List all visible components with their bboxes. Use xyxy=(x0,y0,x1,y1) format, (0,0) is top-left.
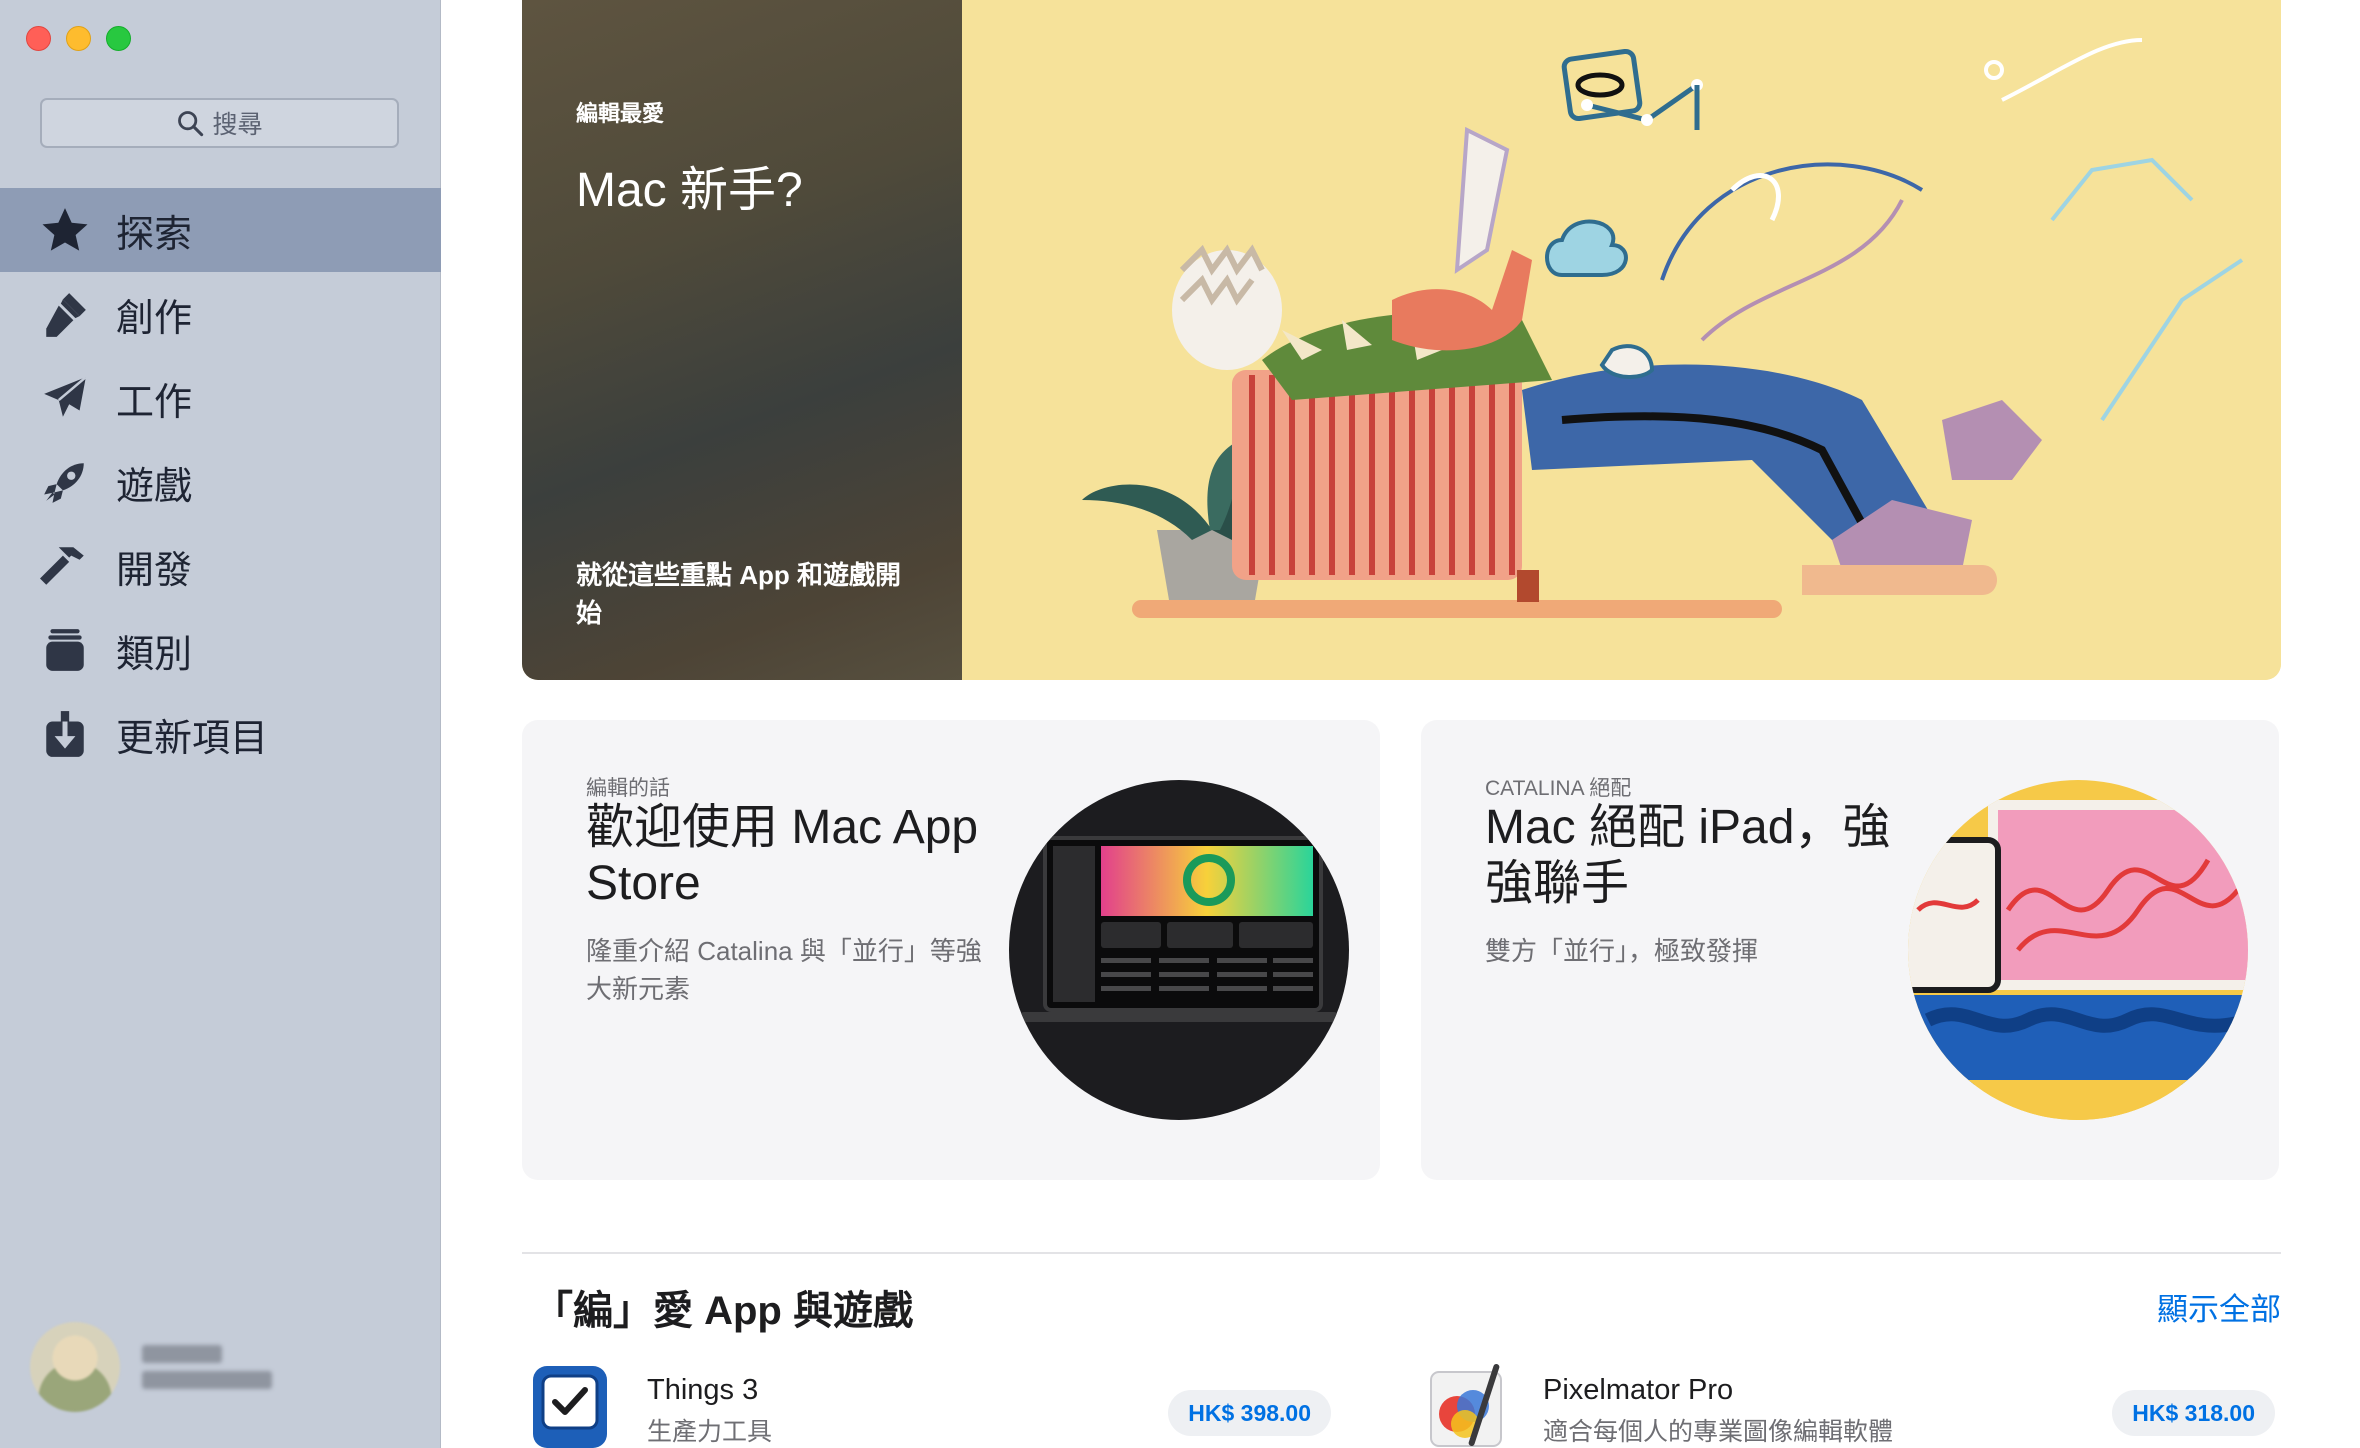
app-row-things[interactable]: Things 3 生產力工具 HK$ 398.00 xyxy=(531,1362,1331,1448)
sidebar-item-label: 遊戲 xyxy=(116,465,193,508)
card-eyebrow: 編輯的話 xyxy=(586,777,670,800)
brush-icon xyxy=(38,287,92,341)
hero-text-panel: 編輯最愛 Mac 新手? 就從這些重點 App 和遊戲開始 xyxy=(522,0,962,680)
app-row-pixelmator[interactable]: Pixelmator Pro 適合每個人的專業圖像編輯軟體 HK$ 318.00 xyxy=(1427,1362,2275,1448)
sidebar-item-games[interactable]: 遊戲 xyxy=(0,440,441,524)
hero-banner[interactable]: 編輯最愛 Mac 新手? 就從這些重點 App 和遊戲開始 xyxy=(522,0,2281,680)
sidebar-item-discover[interactable]: 探索 xyxy=(0,188,441,272)
category-stack-icon xyxy=(38,623,92,677)
sidebar-item-label: 探索 xyxy=(116,213,193,256)
search-field[interactable]: 搜尋 xyxy=(40,98,399,148)
star-icon xyxy=(38,203,92,257)
main-content: 編輯最愛 Mac 新手? 就從這些重點 App 和遊戲開始 編輯的話 歡迎使用 … xyxy=(441,0,2360,1448)
download-icon xyxy=(38,707,92,761)
card-title: Mac 絕配 iPad，強強聯手 xyxy=(1485,801,1891,910)
pixelmator-app-icon xyxy=(1430,1363,1502,1447)
card-image-macbook xyxy=(1009,780,1349,1120)
search-placeholder: 搜尋 xyxy=(212,111,263,139)
window-minimize-button[interactable] xyxy=(66,26,91,51)
see-all-link[interactable]: 顯示全部 xyxy=(2157,1284,2281,1329)
sidebar-item-updates[interactable]: 更新項目 xyxy=(0,692,441,776)
section-divider xyxy=(522,1252,2281,1254)
card-eyebrow: CATALINA 絕配 xyxy=(1485,777,1632,800)
card-subtitle: 隆重介紹 Catalina 與「並行」等強大新元素 xyxy=(586,936,982,1004)
account-name-redacted xyxy=(142,1337,272,1397)
app-category: 生產力工具 xyxy=(647,1418,773,1446)
window-close-button[interactable] xyxy=(26,26,51,51)
sidebar-item-work[interactable]: 工作 xyxy=(0,356,441,440)
hero-illustration xyxy=(962,0,2281,680)
sidebar-item-develop[interactable]: 開發 xyxy=(0,524,441,608)
app-name: Pixelmator Pro xyxy=(1543,1374,1734,1406)
window-zoom-button[interactable] xyxy=(106,26,131,51)
price-button[interactable]: HK$ 398.00 xyxy=(1168,1390,1331,1436)
avatar xyxy=(30,1322,120,1412)
card-subtitle: 雙方「並行」，極致發揮 xyxy=(1485,936,1759,966)
app-name: Things 3 xyxy=(647,1374,759,1406)
search-icon xyxy=(178,111,204,137)
paper-plane-icon xyxy=(38,371,92,425)
account-button[interactable] xyxy=(30,1322,272,1412)
card-title: 歡迎使用 Mac App Store xyxy=(586,801,979,910)
sidebar-item-label: 類別 xyxy=(116,633,193,676)
things-app-icon xyxy=(533,1366,607,1448)
sidebar-item-create[interactable]: 創作 xyxy=(0,272,441,356)
section-title: 「編」愛 App 與遊戲 xyxy=(533,1289,913,1333)
feature-card-sidecar[interactable]: CATALINA 絕配 Mac 絕配 iPad，強強聯手 雙方「並行」，極致發揮 xyxy=(1421,720,2279,1180)
hammer-icon xyxy=(38,539,92,593)
sidebar-item-label: 更新項目 xyxy=(116,717,269,760)
sidebar-item-label: 創作 xyxy=(116,297,193,340)
feature-card-welcome[interactable]: 編輯的話 歡迎使用 Mac App Store 隆重介紹 Catalina 與「… xyxy=(522,720,1380,1180)
card-image-ipad-mac xyxy=(1908,780,2248,1120)
sidebar-item-categories[interactable]: 類別 xyxy=(0,608,441,692)
rocket-icon xyxy=(38,455,92,509)
sidebar: 搜尋 探索 創作 工作 遊戲 開發 類別 更新項目 xyxy=(0,0,441,1448)
sidebar-item-label: 工作 xyxy=(116,381,193,424)
hero-title: Mac 新手? xyxy=(576,164,803,217)
hero-eyebrow: 編輯最愛 xyxy=(576,101,665,126)
sidebar-item-label: 開發 xyxy=(116,549,193,592)
price-button[interactable]: HK$ 318.00 xyxy=(2112,1390,2275,1436)
hero-subtitle: 就從這些重點 App 和遊戲開始 xyxy=(576,560,901,628)
app-category: 適合每個人的專業圖像編輯軟體 xyxy=(1543,1418,1894,1446)
